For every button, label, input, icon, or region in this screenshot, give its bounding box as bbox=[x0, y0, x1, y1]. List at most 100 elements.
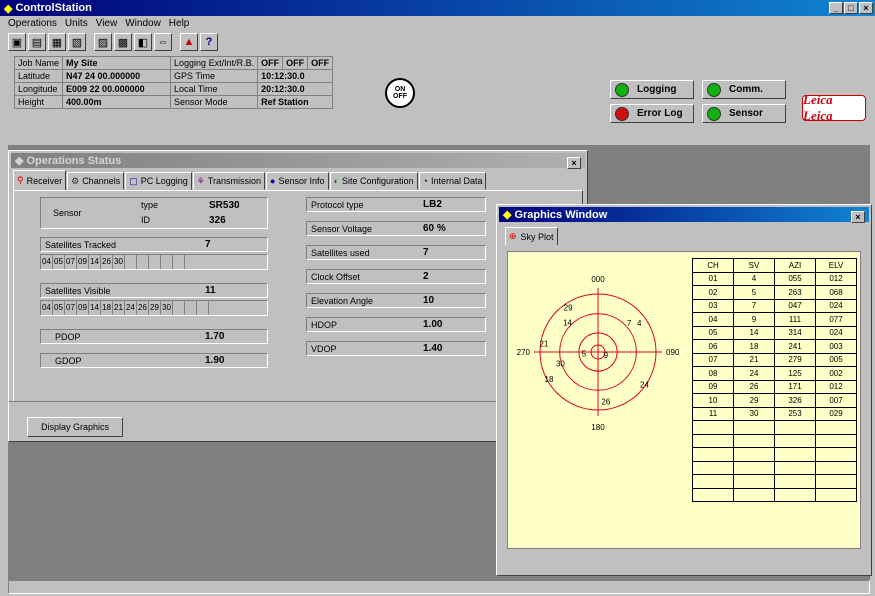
table-cell bbox=[815, 474, 857, 489]
tab-pc-logging[interactable]: ▢ PC Logging bbox=[125, 172, 192, 190]
table-row: 01 4 055 012 bbox=[692, 271, 857, 286]
table-row: 10 29 326 007 bbox=[692, 393, 857, 408]
table-cell bbox=[692, 460, 734, 475]
tab-transmission[interactable]: ⚘ Transmission bbox=[192, 172, 266, 190]
table-row bbox=[692, 420, 857, 435]
power-onoff-button[interactable]: ON OFF bbox=[385, 78, 415, 108]
table-cell: 326 bbox=[774, 393, 816, 408]
satellite-marker: 24 bbox=[640, 381, 649, 390]
satellite-marker: 14 bbox=[563, 318, 572, 327]
tool9-icon[interactable]: ▲ bbox=[180, 33, 198, 51]
sat-cell: 30 bbox=[113, 255, 125, 269]
tab-site-configuration[interactable]: ◐ Site Configuration bbox=[329, 172, 418, 190]
status-button-label: Comm. bbox=[729, 84, 763, 95]
menu-units[interactable]: Units bbox=[65, 18, 88, 29]
satellite-table: CH SV AZI ELV 01 4 055 012 02 5 263 068 03 7 047 024 04 9… bbox=[692, 258, 857, 502]
tool4-icon[interactable]: ▧ bbox=[68, 33, 86, 51]
sat-cell: 18 bbox=[101, 301, 113, 315]
graphics-close-button[interactable]: × bbox=[851, 211, 865, 223]
table-cell: 003 bbox=[815, 339, 857, 354]
sensor-mode-label: Sensor Mode bbox=[170, 95, 259, 109]
tool6-icon[interactable]: ▩ bbox=[114, 33, 132, 51]
table-row: 05 14 314 024 bbox=[692, 325, 857, 340]
table-cell bbox=[774, 420, 816, 435]
sat-cell: 07 bbox=[65, 301, 77, 315]
table-cell bbox=[815, 447, 857, 462]
pdop-value: 1.70 bbox=[205, 331, 225, 342]
menu-operations[interactable]: Operations bbox=[8, 18, 57, 29]
job-name-value: My Site bbox=[62, 56, 172, 70]
table-cell: 171 bbox=[774, 379, 816, 394]
tool5-icon[interactable]: ▨ bbox=[94, 33, 112, 51]
table-cell: 11 bbox=[692, 406, 734, 421]
hdop-value: 1.00 bbox=[423, 319, 443, 330]
tab-label: Sensor Info bbox=[278, 176, 325, 186]
sky-plot-tab-label: Sky Plot bbox=[520, 231, 554, 242]
local-time-label: Local Time bbox=[170, 82, 259, 96]
table-cell: 10 bbox=[692, 393, 734, 408]
table-row: 09 26 171 012 bbox=[692, 379, 857, 394]
error-log-button[interactable]: Error Log bbox=[610, 104, 694, 123]
tab-receiver[interactable]: ⚲ Receiver bbox=[13, 170, 67, 190]
maximize-button[interactable]: □ bbox=[844, 2, 858, 14]
tab-channels[interactable]: ⚙ Channels bbox=[67, 172, 125, 190]
voltage-label: Sensor Voltage bbox=[311, 223, 373, 234]
id-label: ID bbox=[141, 215, 150, 225]
table-row: 04 9 111 077 bbox=[692, 312, 857, 327]
close-button[interactable]: × bbox=[859, 2, 873, 14]
tool3-icon[interactable]: ▦ bbox=[48, 33, 66, 51]
table-cell: 03 bbox=[692, 298, 734, 313]
table-cell: 024 bbox=[815, 298, 857, 313]
table-cell: 7 bbox=[733, 298, 775, 313]
table-cell: 024 bbox=[815, 325, 857, 340]
receiver-icon: ⚲ bbox=[17, 175, 24, 185]
power-onoff-label: ON OFF bbox=[393, 86, 407, 100]
sensor-button[interactable]: Sensor bbox=[702, 104, 786, 123]
table-cell: 26 bbox=[733, 379, 775, 394]
sat-cell: 05 bbox=[53, 255, 65, 269]
voltage-field: Sensor Voltage 60 % bbox=[306, 221, 486, 236]
tool2-icon[interactable]: ▤ bbox=[28, 33, 46, 51]
sat-cell: 29 bbox=[149, 301, 161, 315]
status-button-label: Sensor bbox=[729, 108, 763, 119]
menu-view[interactable]: View bbox=[96, 18, 118, 29]
sat-visible-count: 11 bbox=[205, 285, 216, 296]
tab-sky-plot[interactable]: ⊕ Sky Plot bbox=[505, 227, 558, 245]
sat-tracked-list: 04 05 07 09 14 26 30 bbox=[40, 254, 268, 270]
menu-help[interactable]: Help bbox=[169, 18, 190, 29]
ops-window-icon: ◆ bbox=[15, 155, 24, 167]
help-icon[interactable]: ? bbox=[200, 33, 218, 51]
table-cell: 055 bbox=[774, 271, 816, 286]
minimize-button[interactable]: _ bbox=[829, 2, 843, 14]
tab-sensor-info[interactable]: ● Sensor Info bbox=[266, 172, 329, 190]
clock-field: Clock Offset 2 bbox=[306, 269, 486, 284]
table-cell bbox=[692, 420, 734, 435]
satellite-marker: 30 bbox=[556, 359, 565, 368]
app-titlebar: ◆ ControlStation _ □ × bbox=[0, 0, 875, 16]
logging-button[interactable]: Logging bbox=[610, 80, 694, 99]
info-panel: Job Name My Site Logging Ext/Int/R.B. OF… bbox=[13, 56, 334, 109]
ops-close-button[interactable]: × bbox=[567, 157, 581, 169]
ops-tabs: ⚲ Receiver ⚙ Channels ▢ PC Logging ⚘ Transmissi… bbox=[13, 170, 587, 190]
graphics-title: Graphics Window bbox=[514, 208, 608, 221]
table-cell bbox=[774, 433, 816, 448]
longitude-value: E009 22 00.000000 bbox=[62, 82, 172, 96]
menu-window[interactable]: Window bbox=[125, 18, 161, 29]
tool7-icon[interactable]: ◧ bbox=[134, 33, 152, 51]
comm-button[interactable]: Comm. bbox=[702, 80, 786, 99]
logo-text: Leica Leica bbox=[803, 92, 833, 123]
display-graphics-button[interactable]: Display Graphics bbox=[27, 417, 123, 437]
tool1-icon[interactable]: ▣ bbox=[8, 33, 26, 51]
compass-label: 090 bbox=[666, 348, 680, 357]
sat-cell: 24 bbox=[125, 301, 137, 315]
sat-cell: 04 bbox=[41, 301, 53, 315]
table-cell: 005 bbox=[815, 352, 857, 367]
table-row: 06 18 241 003 bbox=[692, 339, 857, 354]
tab-internal-data[interactable]: ◔ Internal Data bbox=[418, 172, 487, 190]
tool8-icon[interactable]: ⇔ bbox=[154, 33, 172, 51]
table-cell bbox=[733, 487, 775, 502]
hdop-field: HDOP 1.00 bbox=[306, 317, 486, 332]
table-cell: 5 bbox=[733, 285, 775, 300]
table-cell: 068 bbox=[815, 285, 857, 300]
table-header: AZI bbox=[774, 258, 816, 273]
